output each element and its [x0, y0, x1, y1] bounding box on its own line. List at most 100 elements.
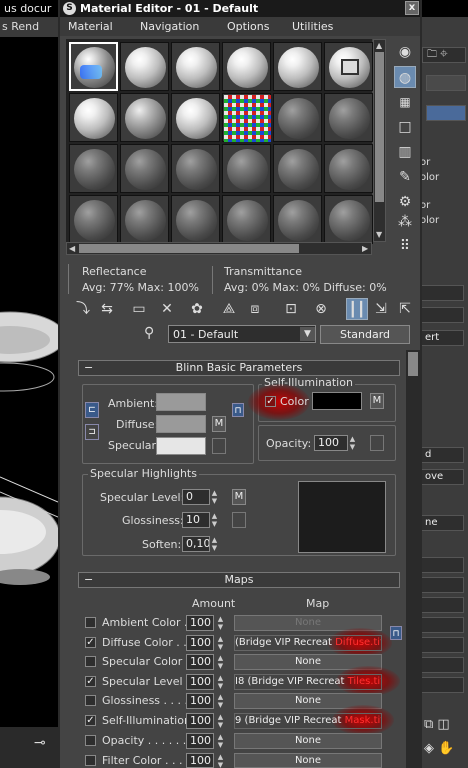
command-panel-button[interactable]: ert: [420, 330, 464, 346]
sample-type-icon[interactable]: ◉: [394, 41, 416, 63]
close-button[interactable]: x: [405, 1, 419, 15]
background-menu-bar[interactable]: s Rend: [0, 17, 60, 37]
show-map-in-viewport-icon[interactable]: ⊡: [280, 298, 302, 320]
put-to-library-icon[interactable]: ⟁: [218, 298, 240, 320]
filter-color-amount-spinner[interactable]: 100: [186, 753, 214, 768]
menu-options[interactable]: Options: [227, 20, 269, 33]
sample-slot-5[interactable]: [273, 42, 322, 91]
lock-ambient-diffuse-map-icon[interactable]: ⊓: [390, 626, 402, 640]
spinner-arrows[interactable]: ▲ ▼: [216, 713, 225, 729]
command-panel-button[interactable]: [420, 597, 464, 613]
get-material-icon[interactable]: ⤵: [72, 298, 94, 320]
command-panel-button[interactable]: [420, 637, 464, 653]
blinn-basic-parameters-header[interactable]: − Blinn Basic Parameters: [78, 360, 400, 376]
scroll-down-icon[interactable]: ▼: [376, 230, 382, 240]
lock-ambient-diffuse-icon[interactable]: ⊏: [85, 402, 99, 418]
sample-slot-12[interactable]: [324, 93, 373, 142]
command-panel-button[interactable]: [420, 657, 464, 673]
menu-navigation[interactable]: Navigation: [140, 20, 199, 33]
diffuse-color-map-button[interactable]: (Bridge VIP Recreat Diffuse.tif): [234, 635, 382, 651]
specular-level-amount-spinner[interactable]: 100: [186, 674, 214, 690]
diffuse-map-button[interactable]: M: [212, 416, 226, 432]
soften-spinner-arrows[interactable]: ▲ ▼: [210, 536, 219, 552]
opacity-spinner[interactable]: 100: [314, 435, 348, 451]
sample-slot-23[interactable]: [273, 195, 322, 244]
sample-slot-21[interactable]: [171, 195, 220, 244]
ambient-color-amount-spinner[interactable]: 100: [186, 615, 214, 631]
sample-slot-15[interactable]: [171, 144, 220, 193]
self-illumination-map-checkbox[interactable]: ✓: [85, 715, 96, 726]
opacity-map-button[interactable]: [370, 435, 384, 451]
navigation-icon[interactable]: ◈ ✋: [424, 741, 454, 756]
viewport[interactable]: [0, 37, 58, 727]
go-to-parent-icon[interactable]: ┃┃: [346, 298, 368, 320]
scrollbar-thumb[interactable]: [375, 52, 384, 202]
sample-slot-10[interactable]: [222, 93, 271, 142]
put-to-scene-icon[interactable]: ⇆: [96, 298, 118, 320]
command-panel-button[interactable]: [420, 577, 464, 593]
command-panel-button[interactable]: [420, 677, 464, 693]
glossiness-map-button[interactable]: [232, 512, 246, 528]
glossiness-map-checkbox[interactable]: [85, 695, 96, 706]
command-panel-button[interactable]: [420, 617, 464, 633]
command-panel-tab[interactable]: [426, 75, 466, 91]
command-panel-selection[interactable]: [426, 105, 466, 121]
material-navigator-icon[interactable]: ⇱: [394, 298, 416, 320]
specular-level-spinner-arrows[interactable]: ▲ ▼: [210, 489, 219, 505]
specular-color-swatch[interactable]: [156, 437, 206, 455]
options-icon[interactable]: ⚙: [394, 191, 416, 213]
sample-slot-11[interactable]: [273, 93, 322, 142]
specular-level-spinner[interactable]: 0: [182, 489, 210, 505]
diffuse-color-amount-spinner[interactable]: 100: [186, 635, 214, 651]
assign-to-selection-icon[interactable]: ▭: [128, 298, 150, 320]
scrollbar-thumb[interactable]: [79, 244, 299, 253]
ambient-color-swatch[interactable]: [156, 393, 206, 411]
sample-slot-1[interactable]: [69, 42, 118, 91]
video-color-check-icon[interactable]: ▥: [394, 141, 416, 163]
scroll-up-icon[interactable]: ▲: [376, 41, 382, 51]
spinner-arrows[interactable]: ▲ ▼: [216, 635, 225, 651]
spinner-arrows[interactable]: ▲ ▼: [216, 674, 225, 690]
select-by-material-icon[interactable]: ⁂: [394, 211, 416, 233]
self-illumination-color-checkbox[interactable]: ✓: [265, 396, 276, 407]
spinner-arrows[interactable]: ▲ ▼: [216, 654, 225, 670]
sample-slots-horizontal-scrollbar[interactable]: ◀ ▶: [66, 242, 372, 255]
lock-diffuse-specular-icon[interactable]: ⊐: [85, 424, 99, 440]
sample-slot-13[interactable]: [69, 144, 118, 193]
opacity-map-button[interactable]: None: [234, 733, 382, 749]
sample-slot-8[interactable]: [120, 93, 169, 142]
key-icon[interactable]: ⊸: [34, 735, 46, 751]
opacity-amount-spinner[interactable]: 100: [186, 733, 214, 749]
spinner-arrows[interactable]: ▲ ▼: [216, 615, 225, 631]
command-panel-button[interactable]: [420, 557, 464, 573]
menu-material[interactable]: Material: [68, 20, 113, 33]
material-map-navigator-icon[interactable]: ⠿: [394, 235, 416, 257]
maps-header[interactable]: − Maps: [78, 572, 400, 588]
backlight-icon[interactable]: ◍: [394, 66, 416, 88]
make-preview-icon[interactable]: ✎: [394, 166, 416, 188]
sample-slots-vertical-scrollbar[interactable]: ▲ ▼: [373, 39, 386, 242]
go-forward-to-sibling-icon[interactable]: ⇲: [370, 298, 392, 320]
sample-slot-7[interactable]: [69, 93, 118, 142]
sample-slot-20[interactable]: [120, 195, 169, 244]
material-effects-channel-icon[interactable]: ⧈: [244, 298, 266, 320]
opacity-spinner-arrows[interactable]: ▲ ▼: [348, 435, 357, 451]
sample-slot-17[interactable]: [273, 144, 322, 193]
scroll-left-icon[interactable]: ◀: [69, 244, 75, 254]
soften-spinner[interactable]: 0,100: [182, 536, 210, 552]
background-checker-icon[interactable]: ▦: [394, 91, 416, 113]
sample-slot-2[interactable]: [120, 42, 169, 91]
self-illumination-map-button[interactable]: 9 (Bridge VIP Recreat Mask.tif): [234, 713, 382, 729]
spinner-arrows[interactable]: ▲ ▼: [216, 753, 225, 768]
filter-color-map-checkbox[interactable]: [85, 755, 96, 766]
sample-slot-3[interactable]: [171, 42, 220, 91]
sample-slot-24[interactable]: [324, 195, 373, 244]
navigation-icon[interactable]: ⧉ ◫: [424, 717, 450, 732]
spinner-arrows[interactable]: ▲ ▼: [216, 693, 225, 709]
glossiness-spinner[interactable]: 10: [182, 512, 210, 528]
ambient-color-map-checkbox[interactable]: [85, 617, 96, 628]
specular-map-button[interactable]: [212, 438, 226, 454]
self-illumination-color-swatch[interactable]: [312, 392, 362, 410]
self-illumination-amount-spinner[interactable]: 100: [186, 713, 214, 729]
command-panel-button[interactable]: [420, 307, 464, 323]
